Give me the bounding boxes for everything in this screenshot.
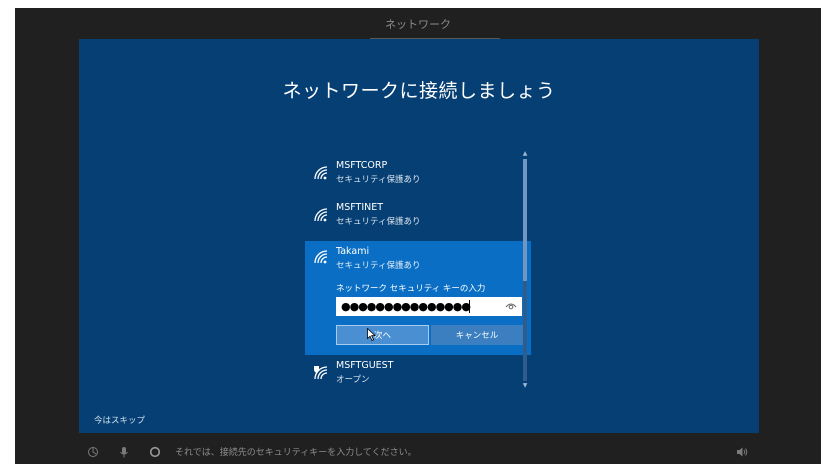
network-name: Takami bbox=[336, 246, 370, 257]
wifi-secured-icon bbox=[314, 208, 328, 222]
reveal-password-icon[interactable] bbox=[505, 301, 517, 311]
network-panel: ネットワークに接続しましょう MSFTCORP セキュリティ保護あり MSFTI… bbox=[79, 39, 759, 433]
next-button[interactable]: 次へ bbox=[336, 325, 429, 345]
network-list-scrollbar[interactable]: ▲ ▼ bbox=[522, 151, 528, 389]
network-name: MSFTINET bbox=[336, 202, 384, 213]
security-key-value: ●●●●●●●●●●●●●●● bbox=[341, 300, 471, 313]
network-name: MSFTCORP bbox=[336, 160, 388, 171]
network-status: セキュリティ保護あり bbox=[336, 175, 421, 185]
network-item-msftcorp[interactable]: MSFTCORP セキュリティ保護あり bbox=[305, 155, 530, 191]
network-name: MSFTGUEST bbox=[336, 360, 394, 371]
next-button-label: 次へ bbox=[373, 331, 391, 341]
accessibility-icon[interactable] bbox=[87, 446, 99, 458]
network-status: セキュリティ保護あり bbox=[336, 217, 421, 227]
security-key-input[interactable]: ●●●●●●●●●●●●●●● bbox=[336, 297, 522, 316]
oobe-taskbar: それでは、接続先のセキュリティキーを入力してください。 bbox=[15, 440, 821, 464]
text-caret bbox=[469, 300, 470, 313]
oobe-window: ネットワーク ネットワークに接続しましょう MSFTCORP セキュリティ保護あ… bbox=[15, 8, 821, 464]
wifi-secured-icon bbox=[314, 250, 328, 264]
scroll-down-icon[interactable]: ▼ bbox=[522, 383, 528, 389]
mouse-pointer-icon bbox=[367, 328, 376, 341]
network-item-msftguest[interactable]: MSFTGUEST オープン bbox=[305, 355, 530, 391]
network-item-takami-selected[interactable]: Takami セキュリティ保護あり ネットワーク セキュリティ キーの入力 ●●… bbox=[305, 241, 531, 355]
network-item-msftinet[interactable]: MSFTINET セキュリティ保護あり bbox=[305, 197, 530, 233]
scroll-thumb[interactable] bbox=[523, 159, 527, 281]
skip-link[interactable]: 今はスキップ bbox=[94, 414, 145, 426]
wifi-open-shield-icon bbox=[314, 366, 328, 380]
cortana-icon[interactable] bbox=[149, 446, 161, 458]
wifi-secured-icon bbox=[314, 166, 328, 180]
window-title: ネットワーク bbox=[385, 18, 451, 31]
cancel-button-label: キャンセル bbox=[455, 331, 499, 341]
network-status: セキュリティ保護あり bbox=[336, 261, 421, 271]
microphone-icon[interactable] bbox=[118, 446, 130, 458]
cancel-button[interactable]: キャンセル bbox=[431, 325, 523, 345]
narrator-text: それでは、接続先のセキュリティキーを入力してください。 bbox=[175, 448, 417, 458]
volume-icon[interactable] bbox=[736, 446, 748, 458]
security-key-label: ネットワーク セキュリティ キーの入力 bbox=[336, 284, 486, 294]
network-status: オープン bbox=[336, 375, 370, 385]
page-title: ネットワークに接続しましょう bbox=[282, 80, 556, 102]
scroll-up-icon[interactable]: ▲ bbox=[522, 151, 528, 157]
